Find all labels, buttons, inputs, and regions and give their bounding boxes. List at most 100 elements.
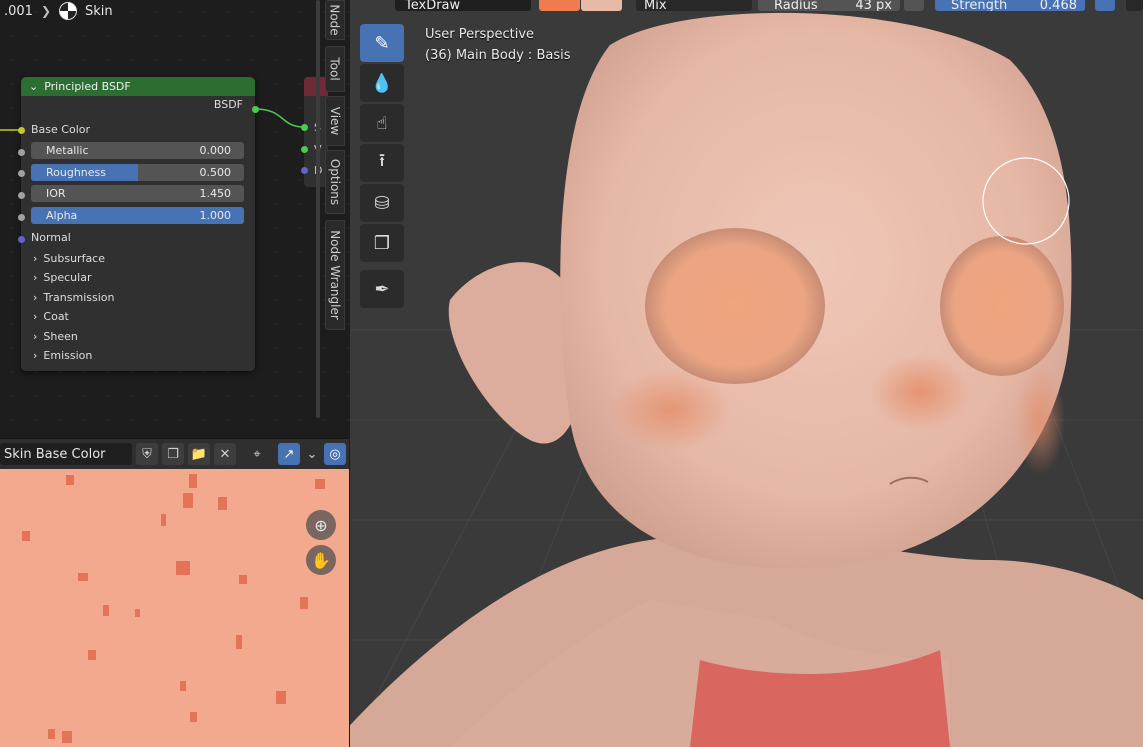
editor-type-icon[interactable]	[362, 0, 390, 11]
open-folder-icon[interactable]: 📁	[188, 443, 210, 465]
paint-spot	[183, 493, 193, 508]
surface-socket[interactable]	[301, 124, 308, 131]
pan-hand-icon[interactable]: ✋	[306, 545, 336, 575]
panel-label: Subsurface	[43, 251, 105, 265]
tab-node-wrangler[interactable]: Node Wrangler	[325, 220, 345, 330]
paint-spot	[218, 497, 227, 510]
panel-label: Emission	[43, 349, 93, 363]
tab-label: Options	[328, 158, 342, 206]
3d-viewport[interactable]: TexDraw Mix Radius 43 px Strength 0.468 …	[350, 0, 1143, 747]
brush-selector[interactable]: TexDraw	[395, 0, 531, 11]
tab-options[interactable]: Options	[325, 150, 345, 214]
draw-brush-icon[interactable]: ✎	[360, 24, 404, 62]
view-perspective-label: User Perspective	[425, 27, 535, 42]
paint-spot	[103, 605, 109, 616]
metallic-value: 0.000	[199, 144, 232, 158]
annotate-pen-icon[interactable]: ✒	[360, 270, 404, 308]
blend-extra-button[interactable]	[1126, 0, 1143, 11]
primary-color-swatch[interactable]	[539, 0, 580, 11]
roughness-field[interactable]: Roughness 0.500	[31, 163, 244, 181]
paint-spot	[22, 531, 30, 541]
paint-spot	[88, 650, 96, 660]
ior-socket[interactable]	[18, 192, 25, 199]
smear-finger-icon[interactable]: ☝	[360, 104, 404, 142]
blend-mode-dropdown[interactable]: Mix	[636, 0, 752, 11]
pin-icon[interactable]: ⌖	[246, 443, 268, 465]
volume-socket[interactable]	[301, 146, 308, 153]
panel-coat[interactable]: › Coat	[21, 307, 255, 327]
alpha-label: Alpha	[46, 209, 78, 223]
image-editor-header: Skin Base Color ⛨ ❐ 📁 ✕ ⌖ ↗ ⌄ ◎	[0, 439, 349, 469]
paint-spot	[78, 573, 88, 581]
panel-specular[interactable]: › Specular	[21, 268, 255, 288]
roughness-socket[interactable]	[18, 170, 25, 177]
right-blush	[1015, 365, 1065, 475]
fake-user-shield-icon[interactable]: ⛨	[136, 443, 158, 465]
metallic-field[interactable]: Metallic 0.000	[31, 142, 244, 160]
ior-value: 1.450	[199, 187, 232, 201]
base-color-socket[interactable]	[18, 127, 25, 134]
panel-subsurface[interactable]: › Subsurface	[21, 248, 255, 268]
panel-label: Transmission	[43, 290, 115, 304]
paint-spot	[239, 575, 247, 584]
paint-spot	[315, 479, 325, 489]
tab-tool[interactable]: Tool	[325, 46, 345, 92]
brush-name: TexDraw	[405, 0, 461, 11]
panel-label: Coat	[43, 310, 69, 324]
strength-value: 0.468	[1039, 0, 1077, 11]
normal-label: Normal	[31, 230, 71, 244]
tab-label: View	[328, 106, 343, 136]
displacement-socket[interactable]	[301, 167, 308, 174]
node-editor-scrollbar[interactable]	[316, 0, 320, 418]
soften-drop-icon[interactable]: 💧	[360, 64, 404, 102]
normal-socket[interactable]	[18, 236, 25, 243]
mask-layers-icon[interactable]: ❐	[360, 224, 404, 262]
left-blush	[610, 370, 730, 450]
image-editor[interactable]: Skin Base Color ⛨ ❐ 📁 ✕ ⌖ ↗ ⌄ ◎ ⊕ ✋	[0, 438, 349, 747]
alpha-field[interactable]: Alpha 1.000	[31, 207, 244, 225]
tab-view[interactable]: View	[325, 96, 345, 146]
paint-spot	[300, 597, 308, 609]
left-eye-socket	[645, 228, 825, 384]
image-name-field[interactable]: Skin Base Color	[0, 443, 132, 465]
tab-label: Node	[328, 4, 343, 36]
metallic-socket[interactable]	[18, 149, 25, 156]
overlay-toggle-icon[interactable]: ◎	[324, 443, 346, 465]
principled-bsdf-node[interactable]: ⌄ Principled BSDF BSDF Base Color Metall…	[21, 77, 255, 371]
roughness-value: 0.500	[199, 165, 232, 179]
chevron-down-icon[interactable]: ⌄	[304, 443, 320, 465]
clone-stamp-icon[interactable]: ⭱	[360, 144, 404, 182]
strength-label: Strength	[951, 0, 1008, 11]
tab-label: Node Wrangler	[328, 230, 342, 320]
radius-pressure-icon[interactable]	[904, 0, 924, 11]
zoom-icon[interactable]: ⊕	[306, 510, 336, 540]
tool-strip: ✎ 💧 ☝ ⭱ ⛁ ❐ ✒	[359, 24, 405, 310]
new-image-icon[interactable]: ❐	[162, 443, 184, 465]
bsdf-output-socket[interactable]	[252, 106, 259, 113]
collapse-chevron-icon[interactable]: ⌄	[29, 80, 38, 93]
secondary-color-swatch[interactable]	[581, 0, 622, 11]
tab-node[interactable]: Node	[325, 0, 345, 40]
paint-spot	[135, 609, 140, 617]
paint-spot	[161, 514, 166, 526]
node-header[interactable]: ⌄ Principled BSDF	[21, 77, 255, 96]
roughness-label: Roughness	[46, 165, 107, 179]
unlink-close-icon[interactable]: ✕	[214, 443, 236, 465]
texture-canvas[interactable]: ⊕ ✋	[0, 469, 349, 747]
strength-pressure-icon[interactable]	[1095, 0, 1115, 11]
metallic-label: Metallic	[46, 144, 89, 158]
strength-field[interactable]: Strength 0.468	[935, 0, 1085, 11]
sidebar-tabs: Node Tool View Options Node Wrangler	[325, 0, 345, 437]
node-editor[interactable]: .001 ❯ Skin ⌄ Principled BSDF BSDF Base …	[0, 0, 349, 437]
chevron-right-icon: ›	[33, 251, 38, 265]
panel-emission[interactable]: › Emission	[21, 346, 255, 366]
radius-field[interactable]: Radius 43 px	[758, 0, 900, 11]
panel-transmission[interactable]: › Transmission	[21, 287, 255, 307]
ior-field[interactable]: IOR 1.450	[31, 185, 244, 203]
alpha-socket[interactable]	[18, 214, 25, 221]
fill-bucket-icon[interactable]: ⛁	[360, 184, 404, 222]
uv-sync-icon[interactable]: ↗	[278, 443, 300, 465]
panel-sheen[interactable]: › Sheen	[21, 326, 255, 346]
tab-label: Tool	[328, 57, 342, 81]
paint-spot	[48, 729, 55, 739]
